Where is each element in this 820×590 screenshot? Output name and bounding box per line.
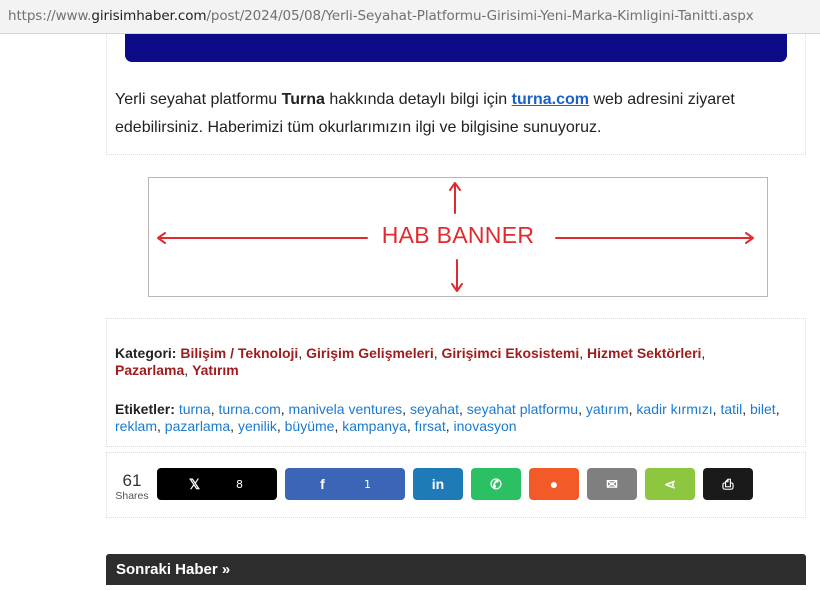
share-x-button[interactable]: 𝕏 8 [157, 468, 277, 500]
share-count: 61 Shares [110, 471, 154, 503]
tag-link[interactable]: yatırım [586, 401, 629, 417]
ad-banner[interactable]: HAB BANNER [148, 177, 768, 297]
article-paragraph: Yerli seyahat platformu Turna hakkında d… [115, 86, 775, 142]
share-linkedin-button[interactable]: in [413, 468, 463, 500]
share-whatsapp-button[interactable]: ✆ [471, 468, 521, 500]
tag-link[interactable]: fırsat [415, 418, 446, 434]
paragraph-text-1: Yerli seyahat platformu [115, 91, 282, 108]
share-total: 61 [122, 471, 142, 490]
tag-link[interactable]: turna [179, 401, 211, 417]
whatsapp-icon: ✆ [490, 475, 502, 492]
tag-link[interactable]: manivela ventures [289, 401, 403, 417]
tag-link[interactable]: tatil [720, 401, 742, 417]
brand-name: Turna [281, 91, 325, 108]
next-article-bar[interactable]: Sonraki Haber » [106, 554, 806, 585]
share-reddit-button[interactable]: ● [529, 468, 579, 500]
category-link[interactable]: Hizmet Sektörleri [587, 345, 701, 361]
facebook-share-count: 1 [364, 477, 371, 491]
linkedin-icon: in [431, 476, 445, 492]
share-more-button[interactable]: ⋖ [645, 468, 695, 500]
categories-row: Kategori: Bilişim / Teknoloji, Girişim G… [115, 345, 706, 378]
url-text[interactable]: https://www.girisimhaber.com/post/2024/0… [8, 8, 754, 24]
category-link[interactable]: Pazarlama [115, 362, 184, 378]
tag-link[interactable]: seyahat platformu [467, 401, 578, 417]
tag-link[interactable]: seyahat [410, 401, 459, 417]
tags-label: Etiketler: [115, 401, 175, 417]
turna-link[interactable]: turna.com [512, 91, 589, 108]
reddit-icon: ● [549, 476, 559, 492]
facebook-icon: f [320, 476, 325, 492]
address-bar[interactable]: https://www.girisimhaber.com/post/2024/0… [0, 0, 820, 34]
categories-label: Kategori: [115, 345, 177, 361]
x-icon: 𝕏 [188, 475, 201, 492]
share-print-button[interactable]: ⎙ [703, 468, 753, 500]
tag-link[interactable]: reklam [115, 418, 157, 434]
url-prefix: https://www. [8, 8, 92, 24]
tag-link[interactable]: kampanya [342, 418, 407, 434]
share-facebook-button[interactable]: f 1 [285, 468, 405, 500]
tag-link[interactable]: büyüme [285, 418, 335, 434]
category-link[interactable]: Bilişim / Teknoloji [180, 345, 298, 361]
tag-link[interactable]: kadir kırmızı [636, 401, 712, 417]
tag-link[interactable]: inovasyon [454, 418, 517, 434]
category-link[interactable]: Yatırım [192, 362, 239, 378]
share-email-button[interactable]: ✉ [587, 468, 637, 500]
tag-link[interactable]: bilet [750, 401, 776, 417]
share-icon: ⋖ [664, 475, 676, 492]
navy-banner-bottom [125, 34, 787, 62]
next-article-link[interactable]: Sonraki Haber » [116, 561, 230, 578]
print-icon: ⎙ [722, 475, 734, 492]
tags-row: Etiketler: turna, turna.com, manivela ve… [115, 401, 780, 434]
category-link[interactable]: Girişimci Ekosistemi [442, 345, 580, 361]
email-icon: ✉ [606, 475, 618, 492]
category-link[interactable]: Girişim Gelişmeleri [306, 345, 434, 361]
x-share-count: 8 [236, 477, 243, 491]
paragraph-text-2: hakkında detaylı bilgi için [324, 91, 512, 108]
url-path: /post/2024/05/08/Yerli-Seyahat-Platformu… [206, 8, 754, 24]
url-host: girisimhaber.com [91, 8, 207, 24]
tag-link[interactable]: yenilik [238, 418, 277, 434]
share-total-label: Shares [115, 490, 149, 502]
banner-label: HAB BANNER [381, 222, 535, 248]
tag-link[interactable]: turna.com [219, 401, 281, 417]
tag-link[interactable]: pazarlama [165, 418, 230, 434]
